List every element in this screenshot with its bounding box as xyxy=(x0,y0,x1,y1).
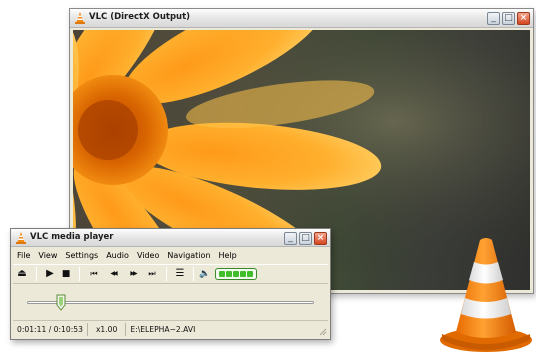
volume-bar xyxy=(233,271,239,277)
playlist-icon[interactable]: ☰ xyxy=(172,266,188,282)
volume-bar xyxy=(226,271,232,277)
play-icon[interactable]: ▶ xyxy=(42,266,58,282)
toolbar-separator xyxy=(79,267,80,281)
vlc-cone-logo xyxy=(440,238,532,352)
menu-settings[interactable]: Settings xyxy=(61,251,102,260)
video-close-button[interactable]: × xyxy=(517,12,530,25)
volume-meter[interactable] xyxy=(215,268,257,280)
volume-bar xyxy=(240,271,246,277)
vlc-cone-icon xyxy=(16,232,26,244)
player-minimize-button[interactable]: _ xyxy=(284,232,297,245)
toolbar-separator xyxy=(166,267,167,281)
video-maximize-button[interactable]: □ xyxy=(502,12,515,25)
media-player-window: VLC media player _ □ × File View Setting… xyxy=(10,228,331,340)
menu-navigation[interactable]: Navigation xyxy=(163,251,214,260)
video-window-titlebar[interactable]: VLC (DirectX Output) _ □ × xyxy=(70,9,533,28)
rewind-icon[interactable]: ◀◀ xyxy=(103,266,123,282)
current-file: E:\ELEPHA~2.AVI xyxy=(130,324,196,334)
vlc-cone-icon xyxy=(75,12,85,24)
menu-help[interactable]: Help xyxy=(215,251,241,260)
menu-file[interactable]: File xyxy=(13,251,34,260)
speaker-icon[interactable]: 🔈 xyxy=(199,266,211,282)
time-display: 0:01:11 / 0:10:53 xyxy=(17,324,83,334)
menu-view[interactable]: View xyxy=(34,251,61,260)
player-maximize-button[interactable]: □ xyxy=(299,232,312,245)
menu-bar: File View Settings Audio Video Navigatio… xyxy=(13,248,328,263)
menu-video[interactable]: Video xyxy=(133,251,163,260)
toolbar-separator xyxy=(193,267,194,281)
volume-bar xyxy=(247,271,253,277)
status-bar: 0:01:11 / 0:10:53 x1.00 E:\ELEPHA~2.AVI xyxy=(13,320,328,337)
seek-area xyxy=(13,285,328,319)
eject-icon[interactable]: ⏏ xyxy=(13,266,31,282)
stop-icon[interactable]: ■ xyxy=(58,266,74,282)
video-minimize-button[interactable]: _ xyxy=(487,12,500,25)
volume-bar xyxy=(219,271,225,277)
resize-grip-icon[interactable] xyxy=(319,328,327,336)
fast-forward-icon[interactable]: ▶▶ xyxy=(123,266,143,282)
player-close-button[interactable]: × xyxy=(314,232,327,245)
previous-icon[interactable]: ⏮ xyxy=(85,266,103,282)
playback-speed[interactable]: x1.00 xyxy=(88,325,125,334)
toolbar-separator xyxy=(36,267,37,281)
playback-toolbar: ⏏ ▶ ■ ⏮ ◀◀ ▶▶ ⏭ ☰ 🔈 xyxy=(13,264,328,284)
next-icon[interactable]: ⏭ xyxy=(143,266,161,282)
player-titlebar[interactable]: VLC media player _ □ × xyxy=(11,229,330,247)
player-window-title: VLC media player xyxy=(30,232,114,242)
menu-audio[interactable]: Audio xyxy=(102,251,133,260)
seek-slider-thumb[interactable] xyxy=(56,294,66,311)
seek-track[interactable] xyxy=(27,301,314,304)
video-window-title: VLC (DirectX Output) xyxy=(89,12,191,22)
